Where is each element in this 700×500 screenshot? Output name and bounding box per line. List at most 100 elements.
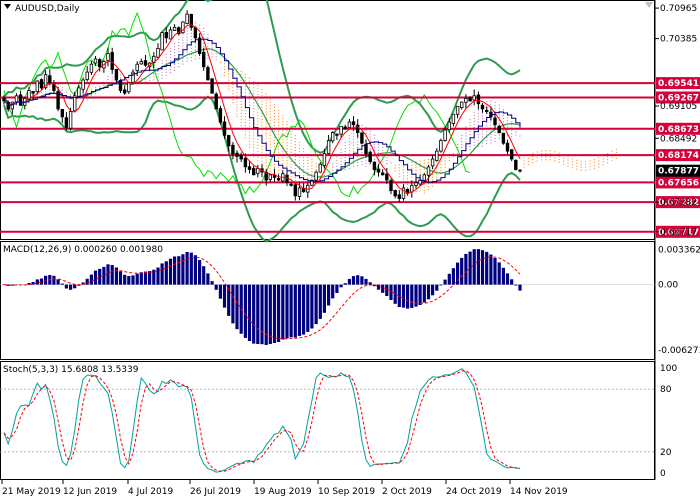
macd-bar (343, 283, 347, 285)
cloud-dot (294, 180, 296, 182)
cloud-dot (244, 137, 246, 139)
cloud-dot (473, 117, 475, 119)
cloud-dot (294, 144, 296, 146)
cloud-projection-dot (563, 157, 565, 159)
macd-bar (181, 254, 185, 285)
cloud-dot (278, 109, 280, 111)
cloud-dot (494, 104, 496, 106)
cloud-dot (257, 114, 259, 116)
cloud-dot (419, 187, 421, 189)
cloud-dot (498, 137, 500, 139)
cloud-dot (211, 56, 213, 58)
cloud-dot (340, 160, 342, 162)
macd-bar (472, 249, 476, 285)
cloud-dot (273, 121, 276, 123)
cloud-dot (448, 160, 450, 162)
cloud-projection-dot (545, 153, 547, 155)
candle-body (322, 153, 327, 166)
cloud-dot (269, 110, 271, 112)
macd-bar (285, 284, 289, 339)
cloud-projection-dot (536, 157, 538, 159)
cloud-dot (365, 132, 367, 134)
cloud-dot (290, 148, 292, 150)
cloud-dot (269, 134, 271, 136)
cloud-dot (506, 117, 509, 119)
cloud-dot (269, 143, 271, 145)
cloud-dot (248, 125, 251, 127)
cloud-dot (257, 111, 259, 113)
cloud-projection-dot (558, 161, 560, 163)
macd-bar (389, 284, 393, 300)
cloud-dot (232, 93, 234, 95)
macd-bar (376, 284, 381, 290)
cloud-projection-dot (549, 159, 552, 161)
macd-bar (406, 284, 410, 309)
candle-body (393, 189, 397, 197)
chart-canvas[interactable]: 0.695410.692670.686730.681740.676560.672… (0, 0, 700, 500)
cloud-dot (215, 59, 217, 61)
cloud-dot (178, 48, 180, 50)
candle-body (143, 60, 148, 66)
cloud-dot (199, 57, 201, 59)
forex-chart-window[interactable]: 0.69541 0.69267 0.68673 0.68174 0.67656 0.672… (0, 0, 700, 500)
cloud-dot (111, 79, 113, 81)
cloud-dot (278, 151, 280, 153)
macd-bar (297, 284, 302, 336)
cloud-dot (240, 100, 242, 102)
cloud-dot (244, 80, 246, 82)
cloud-dot (357, 144, 359, 146)
cloud-dot (473, 123, 475, 125)
cloud-dot (386, 160, 388, 162)
cloud-dot (273, 118, 276, 120)
cloud-dot (419, 160, 421, 162)
cloud-dot (411, 161, 413, 163)
macd-bar (493, 258, 497, 285)
cloud-dot (215, 56, 217, 58)
cloud-dot (149, 79, 151, 81)
macd-bar (160, 263, 164, 285)
cloud-projection-dot (615, 151, 618, 153)
candle-body (14, 95, 19, 103)
cloud-dot (190, 59, 192, 62)
candle-body (426, 166, 431, 176)
cloud-dot (481, 142, 484, 144)
cloud-dot (344, 147, 346, 150)
cloud-dot (440, 161, 442, 163)
candle-body (397, 194, 401, 199)
macd-bar (422, 284, 426, 303)
cloud-dot (253, 114, 255, 116)
cloud-dot (307, 165, 309, 167)
cloud-projection-dot (571, 167, 574, 169)
cloud-dot (178, 45, 180, 47)
cloud-projection-dot (571, 158, 574, 160)
candle-body (235, 152, 239, 157)
cloud-dot (486, 131, 488, 133)
macd-bar (110, 265, 114, 285)
cloud-dot (398, 167, 400, 169)
cloud-dot (273, 145, 276, 147)
cloud-dot (477, 121, 479, 123)
cloud-dot (169, 54, 172, 56)
macd-bar (235, 284, 239, 330)
cloud-dot (282, 115, 284, 117)
cloud-dot (419, 172, 421, 174)
cloud-dot (290, 163, 292, 165)
cloud-dot (402, 172, 405, 174)
cloud-dot (386, 157, 388, 159)
macd-bar (243, 284, 247, 338)
price-tick-label: 0.67282 (660, 198, 697, 208)
cloud-dot (282, 142, 284, 144)
cloud-dot (515, 134, 517, 136)
price-tick-label: 0.70965 (660, 4, 697, 14)
cloud-dot (423, 168, 425, 170)
cloud-dot (502, 109, 504, 111)
candle-body (355, 124, 360, 133)
cloud-dot (190, 32, 192, 35)
cloud-dot (232, 99, 234, 101)
cloud-dot (236, 101, 238, 103)
cloud-dot (402, 175, 405, 177)
candle-body (214, 93, 218, 110)
cloud-projection-dot (585, 166, 587, 168)
candle-body (330, 132, 335, 142)
cloud-dot (315, 163, 317, 165)
